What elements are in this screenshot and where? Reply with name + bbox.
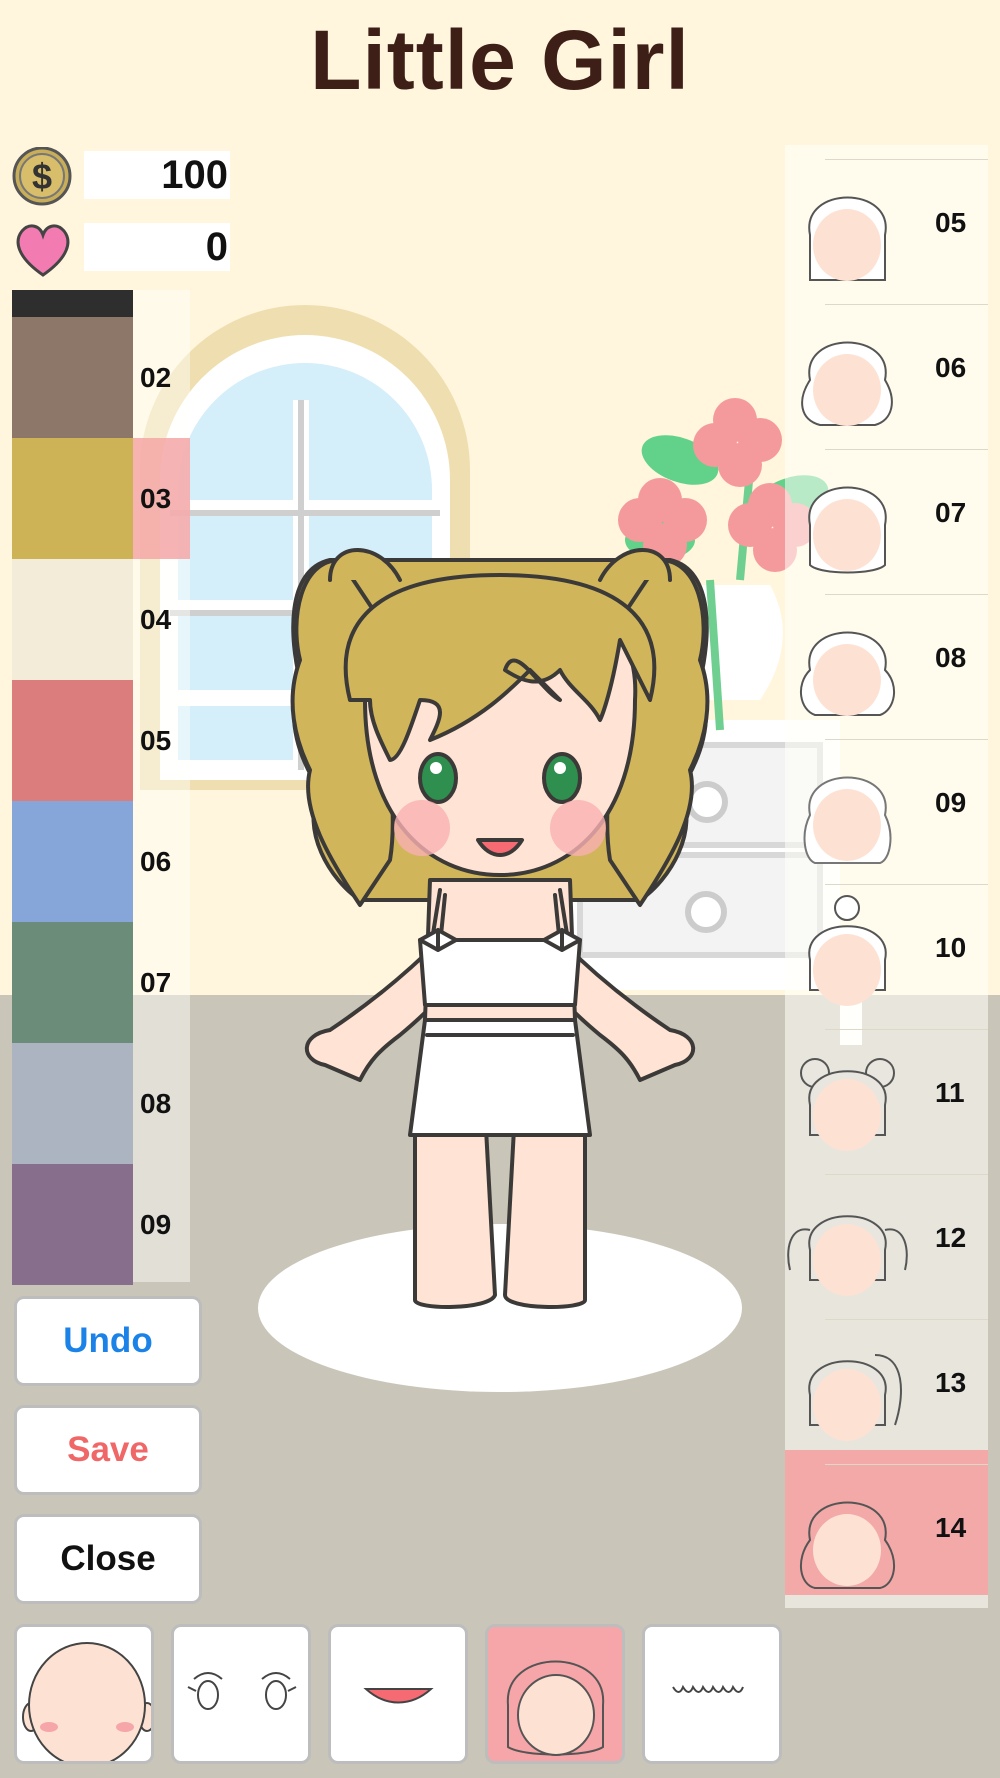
hair-label: 14 bbox=[935, 1512, 967, 1543]
hair-label: 06 bbox=[935, 352, 967, 383]
tab-hair[interactable] bbox=[485, 1624, 625, 1764]
face-icon bbox=[22, 1642, 151, 1761]
leg-right bbox=[503, 1108, 587, 1309]
leg-left bbox=[413, 1108, 497, 1309]
hair-label: 13 bbox=[935, 1367, 967, 1398]
hair-item-06[interactable]: 06 bbox=[785, 290, 988, 435]
hair-pigtails-icon bbox=[787, 1215, 908, 1296]
hair-wavy-long-icon bbox=[803, 776, 892, 864]
hair-label: 10 bbox=[935, 932, 967, 963]
hair-topknot-icon bbox=[808, 895, 887, 1006]
hair-icon bbox=[506, 1660, 605, 1756]
hair-side-ponytail-icon bbox=[808, 1354, 902, 1441]
hair-item-08[interactable]: 08 bbox=[785, 580, 988, 725]
hair-label: 09 bbox=[935, 787, 967, 818]
hair-item-10[interactable]: 10 bbox=[785, 870, 988, 1015]
bangs-icon bbox=[672, 1684, 744, 1693]
tab-mouth[interactable] bbox=[328, 1624, 468, 1764]
hair-item-12[interactable]: 12 bbox=[785, 1160, 988, 1305]
hair-style-list: 05 06 07 08 09 10 11 12 13 14 bbox=[785, 145, 988, 1608]
hair-twin-curls-icon bbox=[799, 1501, 896, 1589]
eyes-icon bbox=[187, 1672, 297, 1710]
hair-buns-icon bbox=[800, 1058, 895, 1151]
top-garment bbox=[418, 938, 582, 1007]
hair-label: 08 bbox=[935, 642, 967, 673]
hair-item-07[interactable]: 07 bbox=[785, 435, 988, 580]
hair-label: 12 bbox=[935, 1222, 967, 1253]
hair-bob-icon bbox=[808, 196, 887, 281]
hair-item-09[interactable]: 09 bbox=[785, 725, 988, 870]
hair-item-05[interactable]: 05 bbox=[785, 145, 988, 290]
hair-wavy-bob-icon bbox=[801, 341, 893, 426]
hair-label: 07 bbox=[935, 497, 967, 528]
hair-label: 11 bbox=[935, 1077, 965, 1108]
tab-bangs[interactable] bbox=[642, 1624, 782, 1764]
hair-item-13[interactable]: 13 bbox=[785, 1305, 988, 1450]
hair-curly-icon bbox=[800, 631, 895, 716]
skirt bbox=[408, 1018, 592, 1137]
hair-scalloped-icon bbox=[808, 486, 887, 574]
hair-item-14[interactable]: 14 bbox=[785, 1450, 988, 1595]
tab-face[interactable] bbox=[14, 1624, 154, 1764]
hair-item-11[interactable]: 11 bbox=[785, 1015, 988, 1160]
tab-eyes[interactable] bbox=[171, 1624, 311, 1764]
hair-label: 05 bbox=[935, 207, 967, 238]
mouth-icon bbox=[363, 1688, 434, 1704]
